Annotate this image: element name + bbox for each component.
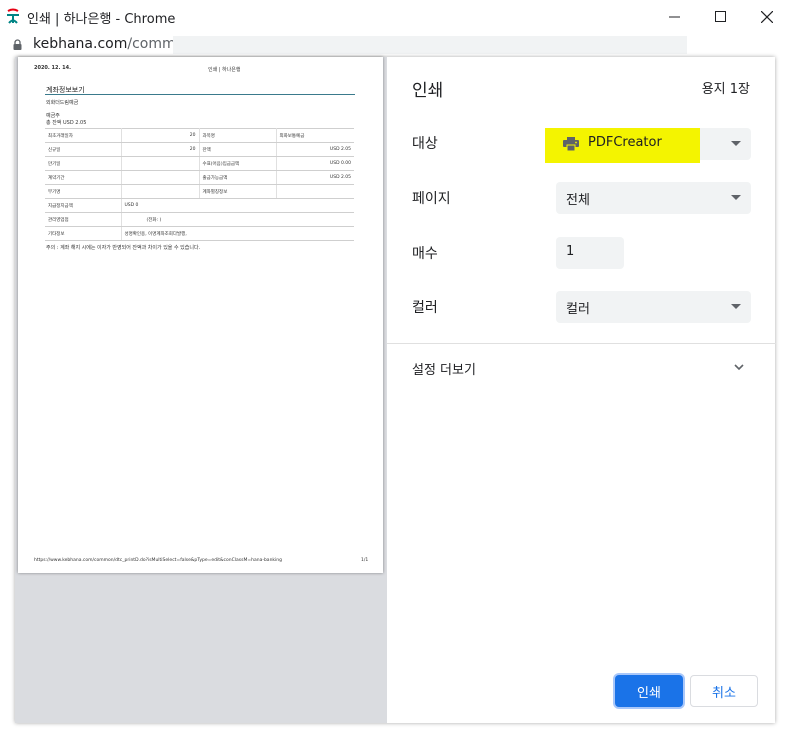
table-row: 만기일 수표(어음)입금금액 USD 0.00 (45, 156, 354, 171)
preview-header: 인쇄 | 하나은행 (208, 67, 241, 73)
table-cell: 과목명 (199, 128, 277, 143)
table-cell: USD 2.05 (276, 170, 354, 185)
preview-owner: 예금주 (46, 113, 60, 119)
lock-icon (13, 39, 22, 50)
table-cell: 신규일 (45, 142, 122, 157)
table-cell: 성명확인용, 이명계좌조회다발행, (121, 226, 354, 241)
preview-date: 2020. 12. 14. (34, 65, 72, 71)
chevron-down-icon[interactable] (733, 361, 745, 373)
dialog-title: 인쇄 (412, 81, 444, 101)
preview-footer-url: https://www.kebhana.com/common/dtc_print… (34, 558, 282, 563)
pages-label: 페이지 (412, 191, 451, 207)
maximize-button[interactable] (697, 0, 743, 33)
color-value: 컬러 (566, 302, 590, 317)
table-cell: (전화: ) (121, 212, 354, 227)
printer-icon (563, 137, 579, 151)
copies-label: 매수 (412, 246, 438, 262)
title-bar: 인쇄 | 하나은행 - Chrome (0, 0, 790, 33)
table-row: 기타정보 성명확인용, 이명계좌조회다발행, (45, 226, 354, 241)
preview-account-name: 외화더드림예금 (46, 100, 79, 106)
table-cell (276, 184, 354, 199)
table-cell: 계약기간 (45, 170, 122, 185)
preview-footer-page: 1/1 (361, 558, 369, 563)
table-row: 관리영업점 (전화: ) (45, 212, 354, 227)
chevron-down-icon (731, 141, 741, 146)
table-cell (121, 170, 200, 185)
table-cell: 20 (121, 142, 200, 157)
chevron-down-icon (731, 195, 741, 200)
print-settings-panel: 인쇄 용지 1장 대상 PDFCreator 페이지 전체 매수 1 컬러 컬러 (386, 57, 776, 723)
hana-logo-icon (7, 8, 19, 24)
pages-value: 전체 (566, 193, 590, 208)
preview-note: 주의 : 계좌 해지 시에는 이자가 반영되어 잔액과 차이가 있을 수 있습니… (46, 245, 201, 251)
print-preview-area: 2020. 12. 14. 인쇄 | 하나은행 계좌정보보기 외화더드림예금 예… (15, 57, 386, 723)
table-cell: 최초거래일자 (45, 128, 122, 143)
close-button[interactable] (744, 0, 790, 33)
preview-page: 2020. 12. 14. 인쇄 | 하나은행 계좌정보보기 외화더드림예금 예… (18, 57, 383, 573)
table-cell: 지급정지금액 (45, 198, 122, 213)
close-icon (761, 10, 773, 23)
color-select[interactable]: 컬러 (556, 291, 751, 323)
table-cell: 출금가능금액 (199, 170, 277, 185)
address-bar[interactable]: kebhana.com/commo (0, 33, 790, 57)
more-settings-toggle[interactable]: 설정 더보기 (412, 359, 476, 378)
pages-select[interactable]: 전체 (556, 182, 751, 214)
table-cell (121, 156, 200, 171)
minimize-button[interactable] (651, 0, 697, 33)
preview-account-table: 최초거래일자 20 과목명 외화보통예금 신규일 20 잔액 USD 2.05 만기일 수표(… (45, 128, 354, 241)
url-path: /commo (127, 36, 173, 52)
preview-balance: 총 잔액 USD 2.05 (46, 120, 87, 126)
sheet-count: 용지 1장 (701, 82, 750, 97)
copies-input[interactable]: 1 (556, 237, 624, 269)
cancel-button[interactable]: 취소 (690, 675, 758, 707)
chevron-down-icon (731, 304, 741, 309)
table-cell (121, 184, 200, 199)
table-cell: 관리영업점 (45, 212, 122, 227)
color-label: 컬러 (412, 300, 438, 316)
table-cell: 기타정보 (45, 226, 122, 241)
url-host: kebhana.com (33, 36, 128, 52)
destination-label: 대상 (412, 136, 438, 152)
table-row: 부기명 계좌별칭정보 (45, 184, 354, 199)
table-row: 계약기간 출금가능금액 USD 2.05 (45, 170, 354, 185)
table-cell: 부기명 (45, 184, 122, 199)
print-dialog: 2020. 12. 14. 인쇄 | 하나은행 계좌정보보기 외화더드림예금 예… (15, 57, 776, 723)
preview-title-rule (45, 94, 355, 95)
divider (387, 343, 776, 344)
copies-value: 1 (566, 244, 575, 259)
table-cell: 20 (121, 128, 200, 143)
table-row: 최초거래일자 20 과목명 외화보통예금 (45, 128, 354, 143)
table-cell: 계좌별칭정보 (199, 184, 277, 199)
maximize-icon (714, 11, 726, 22)
table-cell: 만기일 (45, 156, 122, 171)
window-title: 인쇄 | 하나은행 - Chrome (27, 12, 176, 27)
table-cell: USD 0 (121, 198, 354, 213)
table-row: 신규일 20 잔액 USD 2.05 (45, 142, 354, 157)
print-button[interactable]: 인쇄 (615, 675, 683, 707)
table-cell: 수표(어음)입금금액 (199, 156, 277, 171)
destination-value: PDFCreator (588, 135, 662, 150)
table-cell: USD 2.05 (276, 142, 354, 157)
table-cell: USD 0.00 (276, 156, 354, 171)
table-row: 지급정지금액 USD 0 (45, 198, 354, 213)
minimize-icon (668, 16, 680, 18)
table-cell: 외화보통예금 (276, 128, 354, 143)
table-cell: 잔액 (199, 142, 277, 157)
url-field-obscured (173, 36, 687, 54)
url-text[interactable]: kebhana.com/commo (33, 36, 173, 52)
